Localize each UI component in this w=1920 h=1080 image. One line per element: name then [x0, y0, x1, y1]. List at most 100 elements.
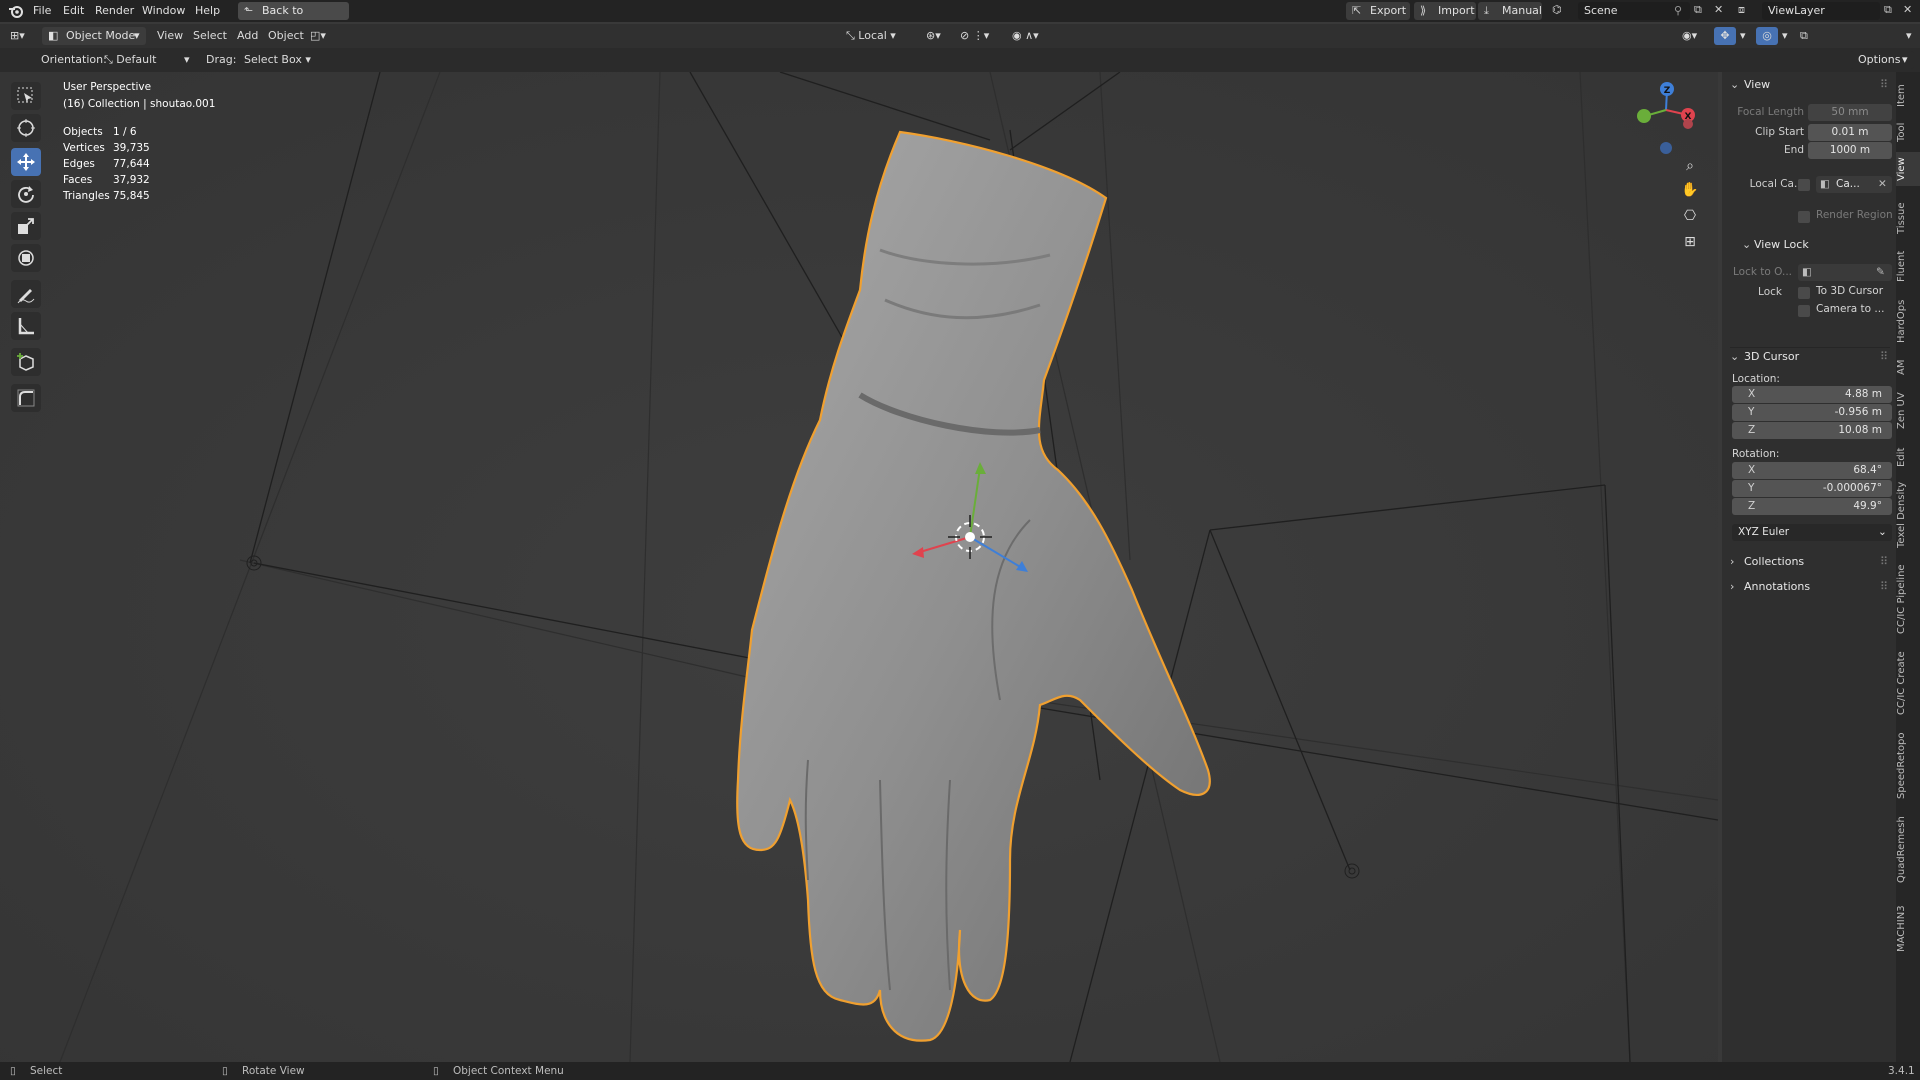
rotation-mode-dropdown[interactable]: XYZ Euler ⌄ [1732, 524, 1892, 541]
clip-end-field[interactable]: 1000 m [1808, 142, 1892, 159]
transform-orientation-dropdown[interactable]: ⤡ Local ▾ [846, 27, 916, 45]
menu-help[interactable]: Help [191, 3, 224, 19]
cursor-rotation-y-field[interactable]: Y -0.000067° [1732, 480, 1892, 497]
camera-to-view-checkbox[interactable] [1798, 305, 1810, 317]
new-viewlayer-icon[interactable]: ⧉ [1884, 3, 1892, 17]
collections-section-header[interactable]: › Collections ⠿ [1730, 555, 1890, 571]
3d-viewport[interactable]: Z X User Perspective (16) Collection | s… [0, 72, 1718, 1062]
drag-dropdown[interactable]: Select Box ▾ [244, 51, 312, 69]
orientation-dropdown[interactable]: ⤡ Default ▾ [104, 51, 196, 69]
pin-icon[interactable]: ⚲ [1674, 2, 1682, 20]
snap-mode-icon[interactable]: ◰▾ [310, 27, 338, 45]
tab-cc-create[interactable]: CC/IC Create [1896, 644, 1920, 722]
options-button[interactable]: Options ▾ [1850, 51, 1914, 69]
cursor-tool[interactable] [11, 114, 41, 142]
menu-edit[interactable]: Edit [59, 3, 88, 19]
annotations-section-header[interactable]: › Annotations ⠿ [1730, 580, 1890, 596]
delete-viewlayer-icon[interactable]: ✕ [1903, 3, 1912, 16]
overlays-toggle-icon[interactable]: ◎ [1756, 27, 1778, 45]
gizmo-toggle-icon[interactable]: ✥ [1714, 27, 1736, 45]
zoom-icon[interactable]: ⌕ [1679, 158, 1701, 178]
render-region-checkbox[interactable] [1798, 211, 1810, 223]
select-box-tool[interactable] [11, 82, 41, 110]
tab-zen-uv[interactable]: Zen UV [1896, 384, 1920, 438]
import-button[interactable]: ⟫ Import [1414, 2, 1476, 20]
pivot-point-icon[interactable]: ⊛▾ [926, 27, 956, 45]
menu-file[interactable]: File [29, 3, 55, 19]
manual-button[interactable]: ⤓ Manual [1478, 2, 1542, 20]
scene-selector-icon[interactable]: ⌬ [1552, 3, 1574, 19]
tab-machin3[interactable]: MACHIN3 [1896, 894, 1920, 964]
scale-tool[interactable] [11, 212, 41, 240]
ortho-grid-icon[interactable]: ⊞ [1679, 234, 1701, 254]
viewport-scene[interactable]: Z X [0, 72, 1718, 1062]
delete-scene-icon[interactable]: ✕ [1714, 3, 1723, 16]
add-cube-tool[interactable] [11, 348, 41, 376]
drag-handle-icon[interactable]: ⠿ [1880, 580, 1888, 593]
new-scene-icon[interactable]: ⧉ [1694, 3, 1702, 17]
lock-to-cursor-checkbox[interactable] [1798, 287, 1810, 299]
eyedropper-icon[interactable]: ✎ [1876, 264, 1885, 281]
proportional-edit-icon[interactable]: ◉ ∧▾ [1012, 27, 1058, 45]
clip-start-field[interactable]: 0.01 m [1808, 124, 1892, 141]
header-menu-view[interactable]: View [157, 27, 183, 45]
tab-tool[interactable]: Tool [1896, 116, 1920, 148]
clear-icon[interactable]: ✕ [1878, 176, 1887, 193]
shading-dropdown-icon[interactable]: ▾ [1906, 27, 1916, 45]
local-camera-field[interactable]: Ca... ◧ ✕ [1816, 176, 1892, 193]
cursor-location-z-field[interactable]: Z 10.08 m [1732, 422, 1892, 439]
tab-speedretopo[interactable]: SpeedRetopo [1896, 726, 1920, 806]
header-menu-add[interactable]: Add [237, 27, 258, 45]
view-section-header[interactable]: ⌄ View ⠿ [1730, 78, 1890, 94]
xray-toggle-icon[interactable]: ⧉ [1800, 27, 1818, 45]
mode-dropdown[interactable]: ◧ Object Mode ▾ [42, 27, 146, 45]
gizmo-dropdown-icon[interactable]: ▾ [1740, 27, 1750, 45]
pan-hand-icon[interactable]: ✋ [1679, 182, 1701, 202]
cursor-rotation-x-field[interactable]: X 68.4° [1732, 462, 1892, 479]
tab-am[interactable]: AM [1896, 354, 1920, 380]
overlays-dropdown-icon[interactable]: ▾ [1782, 27, 1792, 45]
snap-icon[interactable]: ⊘ ⋮▾ [960, 27, 1006, 45]
drag-handle-icon[interactable]: ⠿ [1880, 555, 1888, 568]
tab-fluent[interactable]: Fluent [1896, 244, 1920, 288]
camera-view-icon[interactable]: ⎔ [1679, 208, 1701, 228]
viewlayer-field[interactable]: ViewLayer [1762, 2, 1880, 20]
tab-item[interactable]: Item [1896, 80, 1920, 112]
transform-tool[interactable] [11, 244, 41, 272]
header-menu-select[interactable]: Select [193, 27, 227, 45]
viewlayer-icon[interactable]: ⧈ [1738, 3, 1745, 17]
export-button[interactable]: ⇱ Export [1346, 2, 1410, 20]
local-camera-checkbox[interactable] [1798, 179, 1810, 191]
3d-cursor-section-header[interactable]: ⌄ 3D Cursor ⠿ [1730, 347, 1890, 364]
cursor-rotation-z-field[interactable]: Z 49.9° [1732, 498, 1892, 515]
focal-length-field[interactable]: 50 mm [1808, 104, 1892, 121]
tab-hardops[interactable]: HardOps [1896, 292, 1920, 350]
drag-handle-icon[interactable]: ⠿ [1880, 78, 1888, 91]
collections-title: Collections [1744, 555, 1805, 568]
cursor-location-y-field[interactable]: Y -0.956 m [1732, 404, 1892, 421]
blender-logo-icon[interactable] [8, 3, 24, 19]
annotate-tool[interactable] [11, 280, 41, 308]
measure-tool[interactable] [11, 312, 41, 340]
viewlayer-label: ViewLayer [1768, 4, 1825, 17]
tab-tissue[interactable]: Tissue [1896, 196, 1920, 240]
menu-window[interactable]: Window [138, 3, 189, 19]
rotate-tool[interactable] [11, 180, 41, 208]
move-tool[interactable] [11, 148, 41, 176]
editor-type-icon[interactable]: ⊞▾ [10, 27, 36, 45]
back-to-previous-button[interactable]: ⬑ Back to Previous [238, 2, 349, 35]
tab-cc-pipeline[interactable]: CC/IC Pipeline [1896, 558, 1920, 640]
drag-handle-icon[interactable]: ⠿ [1880, 350, 1888, 363]
tab-view[interactable]: View [1896, 152, 1920, 186]
scene-field[interactable]: Scene ⚲ [1578, 2, 1690, 20]
cursor-location-x-field[interactable]: X 4.88 m [1732, 386, 1892, 403]
tab-edit[interactable]: Edit [1896, 442, 1920, 472]
tab-quadremesh[interactable]: QuadRemesh [1896, 810, 1920, 890]
bevel-tool[interactable] [11, 384, 41, 412]
lock-object-field[interactable]: ◧ ✎ [1798, 264, 1892, 281]
view-lock-subheader[interactable]: ⌄ View Lock [1742, 238, 1892, 254]
header-menu-object[interactable]: Object [268, 27, 304, 45]
menu-render[interactable]: Render [91, 3, 138, 19]
visibility-icon[interactable]: ◉▾ [1682, 27, 1710, 45]
tab-texel-density[interactable]: Texel Density [1896, 476, 1920, 554]
